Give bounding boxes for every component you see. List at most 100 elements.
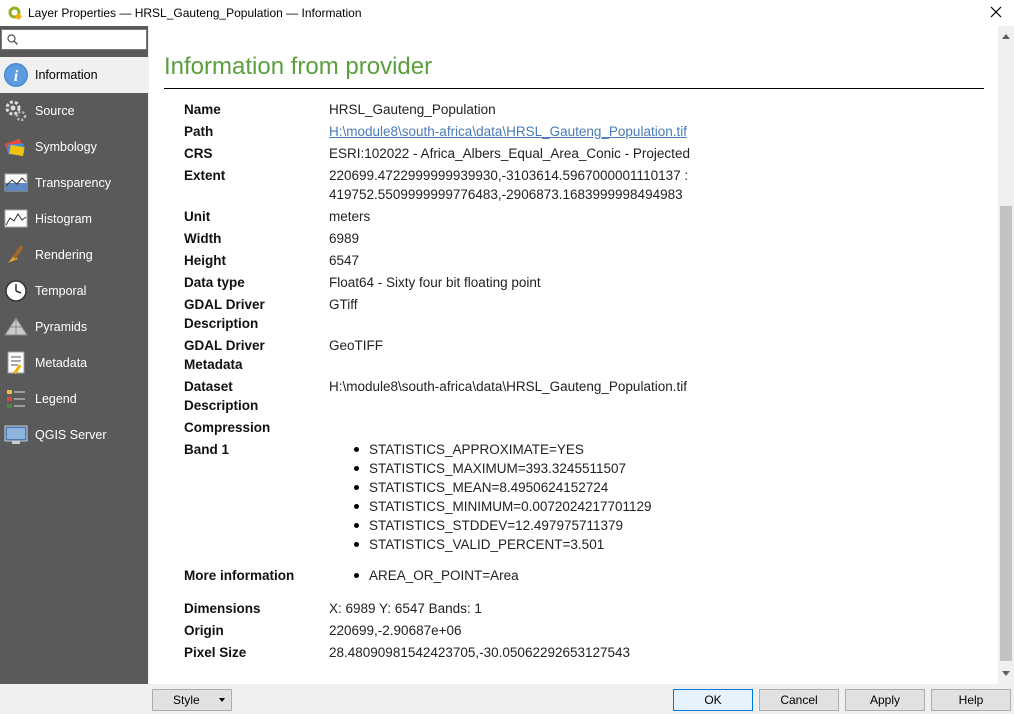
sidebar-item-source[interactable]: Source bbox=[0, 93, 148, 129]
scrollbar-thumb[interactable] bbox=[1000, 206, 1012, 661]
info-value: 28.48090981542423705,-30.050622926531275… bbox=[329, 645, 631, 660]
info-key: Height bbox=[184, 253, 226, 268]
sidebar-item-label: Metadata bbox=[35, 356, 88, 370]
info-row-extent: Extent 220699.4722999999939930,-3103614.… bbox=[184, 166, 964, 204]
source-icon bbox=[3, 98, 29, 124]
search-box[interactable] bbox=[1, 29, 147, 50]
info-row-more-information: More information AREA_OR_POINT=Area bbox=[184, 566, 964, 585]
sidebar-item-transparency[interactable]: Transparency bbox=[0, 165, 148, 201]
info-key-line: Description bbox=[184, 398, 259, 413]
style-button-label: Style bbox=[173, 693, 200, 707]
chevron-down-icon bbox=[219, 698, 225, 702]
sidebar-item-label: Information bbox=[35, 68, 98, 82]
info-value: H:\module8\south-africa\data\HRSL_Gauten… bbox=[329, 379, 687, 394]
sidebar-item-legend[interactable]: Legend bbox=[0, 381, 148, 417]
pyramids-icon bbox=[3, 314, 29, 340]
sidebar-item-label: Rendering bbox=[35, 248, 93, 262]
info-row-gdal-driver-description: GDAL Driver Description GTiff bbox=[184, 295, 964, 333]
sidebar-item-label: Histogram bbox=[35, 212, 92, 226]
info-key-line: Description bbox=[184, 316, 259, 331]
sidebar-item-histogram[interactable]: Histogram bbox=[0, 201, 148, 237]
info-row-gdal-driver-metadata: GDAL Driver Metadata GeoTIFF bbox=[184, 336, 964, 374]
info-row-dimensions: Dimensions X: 6989 Y: 6547 Bands: 1 bbox=[184, 599, 964, 618]
info-value: GTiff bbox=[329, 297, 358, 312]
info-key: Extent bbox=[184, 168, 226, 183]
info-row-data-type: Data type Float64 - Sixty four bit float… bbox=[184, 273, 964, 292]
info-key: Dimensions bbox=[184, 601, 261, 616]
metadata-icon bbox=[3, 350, 29, 376]
info-key: Name bbox=[184, 102, 221, 117]
sidebar-item-label: Source bbox=[35, 104, 75, 118]
info-key-line: GDAL Driver bbox=[184, 297, 265, 312]
info-value: meters bbox=[329, 209, 371, 224]
path-link[interactable]: H:\module8\south-africa\data\HRSL_Gauten… bbox=[329, 124, 687, 139]
info-key: More information bbox=[184, 568, 295, 583]
info-value: X: 6989 Y: 6547 Bands: 1 bbox=[329, 601, 482, 616]
info-row-unit: Unit meters bbox=[184, 207, 964, 226]
info-key: Band 1 bbox=[184, 442, 230, 457]
qgis-server-icon bbox=[3, 422, 29, 448]
list-item: STATISTICS_MINIMUM=0.0072024217701129 bbox=[354, 497, 964, 516]
info-value: 6989 bbox=[329, 231, 360, 246]
info-row-pixel-size: Pixel Size 28.48090981542423705,-30.0506… bbox=[184, 643, 964, 662]
extent-line-1: 220699.4722999999939930,-3103614.5967000… bbox=[329, 168, 689, 183]
cancel-button[interactable]: Cancel bbox=[759, 689, 839, 711]
sidebar: i Information Source Symbology Transpare… bbox=[0, 26, 148, 684]
sidebar-item-information[interactable]: i Information bbox=[0, 57, 148, 93]
info-row-height: Height 6547 bbox=[184, 251, 964, 270]
scroll-up-arrow-icon[interactable] bbox=[998, 30, 1014, 44]
sidebar-item-label: Transparency bbox=[35, 176, 111, 190]
qgis-logo-icon bbox=[8, 6, 23, 21]
list-item: STATISTICS_MEAN=8.4950624152724 bbox=[354, 478, 964, 497]
info-value: 220699,-2.90687e+06 bbox=[329, 623, 462, 638]
page-title: Information from provider bbox=[164, 53, 433, 80]
list-item: STATISTICS_STDDEV=12.497975711379 bbox=[354, 516, 964, 535]
info-key: GDAL Driver Description bbox=[184, 295, 329, 333]
info-key: Path bbox=[184, 124, 214, 139]
info-key: Data type bbox=[184, 275, 245, 290]
vertical-scrollbar[interactable] bbox=[998, 26, 1014, 684]
info-key: CRS bbox=[184, 146, 213, 161]
info-key: Unit bbox=[184, 209, 211, 224]
apply-button[interactable]: Apply bbox=[845, 689, 925, 711]
list-item: STATISTICS_MAXIMUM=393.3245511507 bbox=[354, 459, 964, 478]
info-value: ESRI:102022 - Africa_Albers_Equal_Area_C… bbox=[329, 146, 690, 161]
info-key: GDAL Driver Metadata bbox=[184, 336, 329, 374]
info-key: Compression bbox=[184, 420, 271, 435]
sidebar-item-metadata[interactable]: Metadata bbox=[0, 345, 148, 381]
info-row-crs: CRS ESRI:102022 - Africa_Albers_Equal_Ar… bbox=[184, 144, 964, 163]
info-key-line: Dataset bbox=[184, 379, 233, 394]
sidebar-item-pyramids[interactable]: Pyramids bbox=[0, 309, 148, 345]
sidebar-item-label: Legend bbox=[35, 392, 77, 406]
help-button[interactable]: Help bbox=[931, 689, 1011, 711]
info-value: 6547 bbox=[329, 253, 360, 268]
style-dropdown-button[interactable]: Style bbox=[152, 689, 232, 711]
info-row-name: Name HRSL_Gauteng_Population bbox=[184, 100, 964, 119]
sidebar-item-symbology[interactable]: Symbology bbox=[0, 129, 148, 165]
close-icon[interactable] bbox=[988, 4, 1004, 20]
transparency-icon bbox=[3, 170, 29, 196]
sidebar-item-qgis-server[interactable]: QGIS Server bbox=[0, 417, 148, 453]
extent-line-2: 419752.5509999999776483,-2906873.1683999… bbox=[329, 187, 683, 202]
info-key: Pixel Size bbox=[184, 645, 247, 660]
ok-button[interactable]: OK bbox=[673, 689, 753, 711]
info-row-band-1: Band 1 STATISTICS_APPROXIMATE=YES STATIS… bbox=[184, 440, 964, 554]
sidebar-item-label: QGIS Server bbox=[35, 428, 107, 442]
sidebar-item-label: Temporal bbox=[35, 284, 87, 298]
sidebar-item-rendering[interactable]: Rendering bbox=[0, 237, 148, 273]
list-item: AREA_OR_POINT=Area bbox=[354, 566, 964, 585]
more-information-list: AREA_OR_POINT=Area bbox=[329, 566, 964, 585]
info-value: GeoTIFF bbox=[329, 338, 384, 353]
info-row-origin: Origin 220699,-2.90687e+06 bbox=[184, 621, 964, 640]
title-bar: Layer Properties — HRSL_Gauteng_Populati… bbox=[0, 0, 1014, 26]
info-key: Origin bbox=[184, 623, 224, 638]
scroll-down-arrow-icon[interactable] bbox=[998, 666, 1014, 680]
band-1-list: STATISTICS_APPROXIMATE=YES STATISTICS_MA… bbox=[329, 440, 964, 554]
list-item: STATISTICS_APPROXIMATE=YES bbox=[354, 440, 964, 459]
temporal-icon bbox=[3, 278, 29, 304]
symbology-icon bbox=[3, 134, 29, 160]
info-value: HRSL_Gauteng_Population bbox=[329, 102, 496, 117]
search-input[interactable] bbox=[22, 31, 142, 48]
sidebar-nav: i Information Source Symbology Transpare… bbox=[0, 57, 148, 453]
sidebar-item-temporal[interactable]: Temporal bbox=[0, 273, 148, 309]
